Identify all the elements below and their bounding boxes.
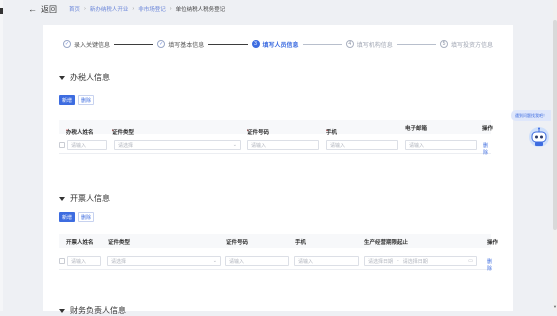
section-tax-handler-title: 办税人信息 xyxy=(70,73,110,82)
date-range-dash: - xyxy=(397,258,399,264)
row-delete-link[interactable]: 删除 xyxy=(487,258,492,272)
id-number-input[interactable]: 请输入 xyxy=(225,256,289,266)
help-hint-bubble[interactable]: 遇到问题找我吧！ xyxy=(511,110,551,121)
section-invoicer-title: 开票人信息 xyxy=(70,194,110,203)
start-date-field[interactable]: 请选择日期 xyxy=(368,258,393,265)
step-2-label: 填写基本信息 xyxy=(168,42,205,49)
chevron-down-icon: ⌄ xyxy=(212,258,217,264)
breadcrumb-new-taxpayer[interactable]: 新办纳税人开业 xyxy=(90,5,129,13)
id-number-input[interactable]: 请输入 xyxy=(247,140,319,150)
check-circle-icon: ✓ xyxy=(157,40,166,48)
top-bar: ← 返回 首页 › 新办纳税人开业 › 非市场登记 › 单位纳税人税务登记 xyxy=(28,0,545,18)
name-input[interactable]: 请输入 xyxy=(67,256,101,266)
invoicer-table-header: 开票人姓名 证件类型 证件号码 手机 生产经营期限起止 操作 xyxy=(59,234,498,248)
page-scrollbar[interactable]: ▼ xyxy=(553,0,557,311)
chevron-down-icon: ⌄ xyxy=(232,142,237,148)
breadcrumb-home[interactable]: 首页 xyxy=(69,5,80,13)
assistant-robot-icon[interactable] xyxy=(527,125,551,149)
delete-tax-handler-button[interactable]: 删除 xyxy=(78,95,94,105)
step-1: ✓ 录入关键信息 xyxy=(63,40,110,49)
row-checkbox[interactable] xyxy=(59,142,65,148)
step-4-label: 填写机构信息 xyxy=(356,42,393,49)
step-3-number: 3 xyxy=(251,40,260,48)
id-type-select[interactable]: 请选择 ⌄ xyxy=(114,140,241,150)
table-row: 请输入 请选择 ⌄ 请输入 请输入 请选择日期 - 请选择日期 ▭ 删除 xyxy=(59,253,492,272)
col-header-action: 操作 xyxy=(482,126,494,132)
left-edge-bar xyxy=(0,0,3,311)
add-invoicer-button[interactable]: 新增 xyxy=(59,212,75,222)
breadcrumb-separator: › xyxy=(169,6,172,12)
collapse-triangle-icon[interactable] xyxy=(59,75,65,80)
step-4-number: 4 xyxy=(345,40,354,48)
email-input[interactable]: 请输入 xyxy=(405,140,477,150)
breadcrumb-non-market[interactable]: 非市场登记 xyxy=(138,5,166,13)
section-tax-handler-header[interactable]: 办税人信息 xyxy=(59,72,110,83)
col-header-action: 操作 xyxy=(487,240,499,246)
back-button[interactable]: 返回 xyxy=(41,4,57,15)
id-type-select[interactable]: 请选择 ⌄ xyxy=(107,256,221,266)
step-5: 5 填写投资方信息 xyxy=(440,40,493,49)
col-header-id-type: 证件类型 xyxy=(108,240,131,246)
scroll-down-arrow-icon[interactable]: ▼ xyxy=(553,304,557,309)
step-3: 3 填写人员信息 xyxy=(251,40,299,49)
back-arrow-icon[interactable]: ← xyxy=(28,4,37,14)
collapse-triangle-icon[interactable] xyxy=(59,196,65,201)
check-circle-icon: ✓ xyxy=(63,40,71,48)
date-range-picker[interactable]: 请选择日期 - 请选择日期 ▭ xyxy=(364,256,477,266)
delete-invoicer-button[interactable]: 删除 xyxy=(78,212,94,222)
end-date-field[interactable]: 请选择日期 xyxy=(403,258,428,265)
tax-handler-table-header: • 办税人姓名 • 证件类型 • 证件号码 • 手机 电子邮箱 操作 xyxy=(59,120,494,136)
col-header-period: 生产经营期限起止 xyxy=(364,240,409,246)
step-connector xyxy=(114,43,154,45)
phone-input[interactable]: 请输入 xyxy=(294,256,359,266)
col-header-phone: 手机 xyxy=(295,240,307,246)
table-row: 请输入 请选择 ⌄ 请输入 请输入 请输入 删除 xyxy=(59,137,491,156)
breadcrumb-separator: › xyxy=(84,6,86,12)
col-header-id-number: 证件号码 xyxy=(226,240,249,246)
step-5-number: 5 xyxy=(440,40,448,48)
col-header-name: 开票人姓名 xyxy=(66,240,94,246)
add-tax-handler-button[interactable]: 新增 xyxy=(59,95,75,105)
step-4: 4 填写机构信息 xyxy=(345,40,393,49)
step-1-label: 录入关键信息 xyxy=(74,42,111,49)
section-invoicer-header[interactable]: 开票人信息 xyxy=(59,193,110,204)
main-panel: ✓ 录入关键信息 ✓ 填写基本信息 3 填写人员信息 4 填写机构信息 5 填写… xyxy=(43,25,513,315)
breadcrumb-current: 单位纳税人税务登记 xyxy=(175,7,226,13)
step-5-label: 填写投资方信息 xyxy=(451,42,494,49)
left-edge-marker xyxy=(0,8,3,14)
col-header-email: 电子邮箱 xyxy=(405,126,428,132)
row-checkbox[interactable] xyxy=(59,258,65,264)
step-connector xyxy=(208,43,248,45)
step-3-label: 填写人员信息 xyxy=(262,42,299,49)
row-delete-link[interactable]: 删除 xyxy=(483,142,491,156)
calendar-icon: ▭ xyxy=(468,258,473,264)
scrollbar-thumb[interactable] xyxy=(553,20,557,230)
breadcrumb-separator: › xyxy=(132,6,135,12)
step-2: ✓ 填写基本信息 xyxy=(157,40,204,49)
phone-input[interactable]: 请输入 xyxy=(326,140,398,150)
name-input[interactable]: 请输入 xyxy=(67,140,107,150)
step-connector xyxy=(302,43,342,45)
step-connector xyxy=(396,43,436,45)
step-indicator: ✓ 录入关键信息 ✓ 填写基本信息 3 填写人员信息 4 填写机构信息 5 填写… xyxy=(63,38,493,50)
